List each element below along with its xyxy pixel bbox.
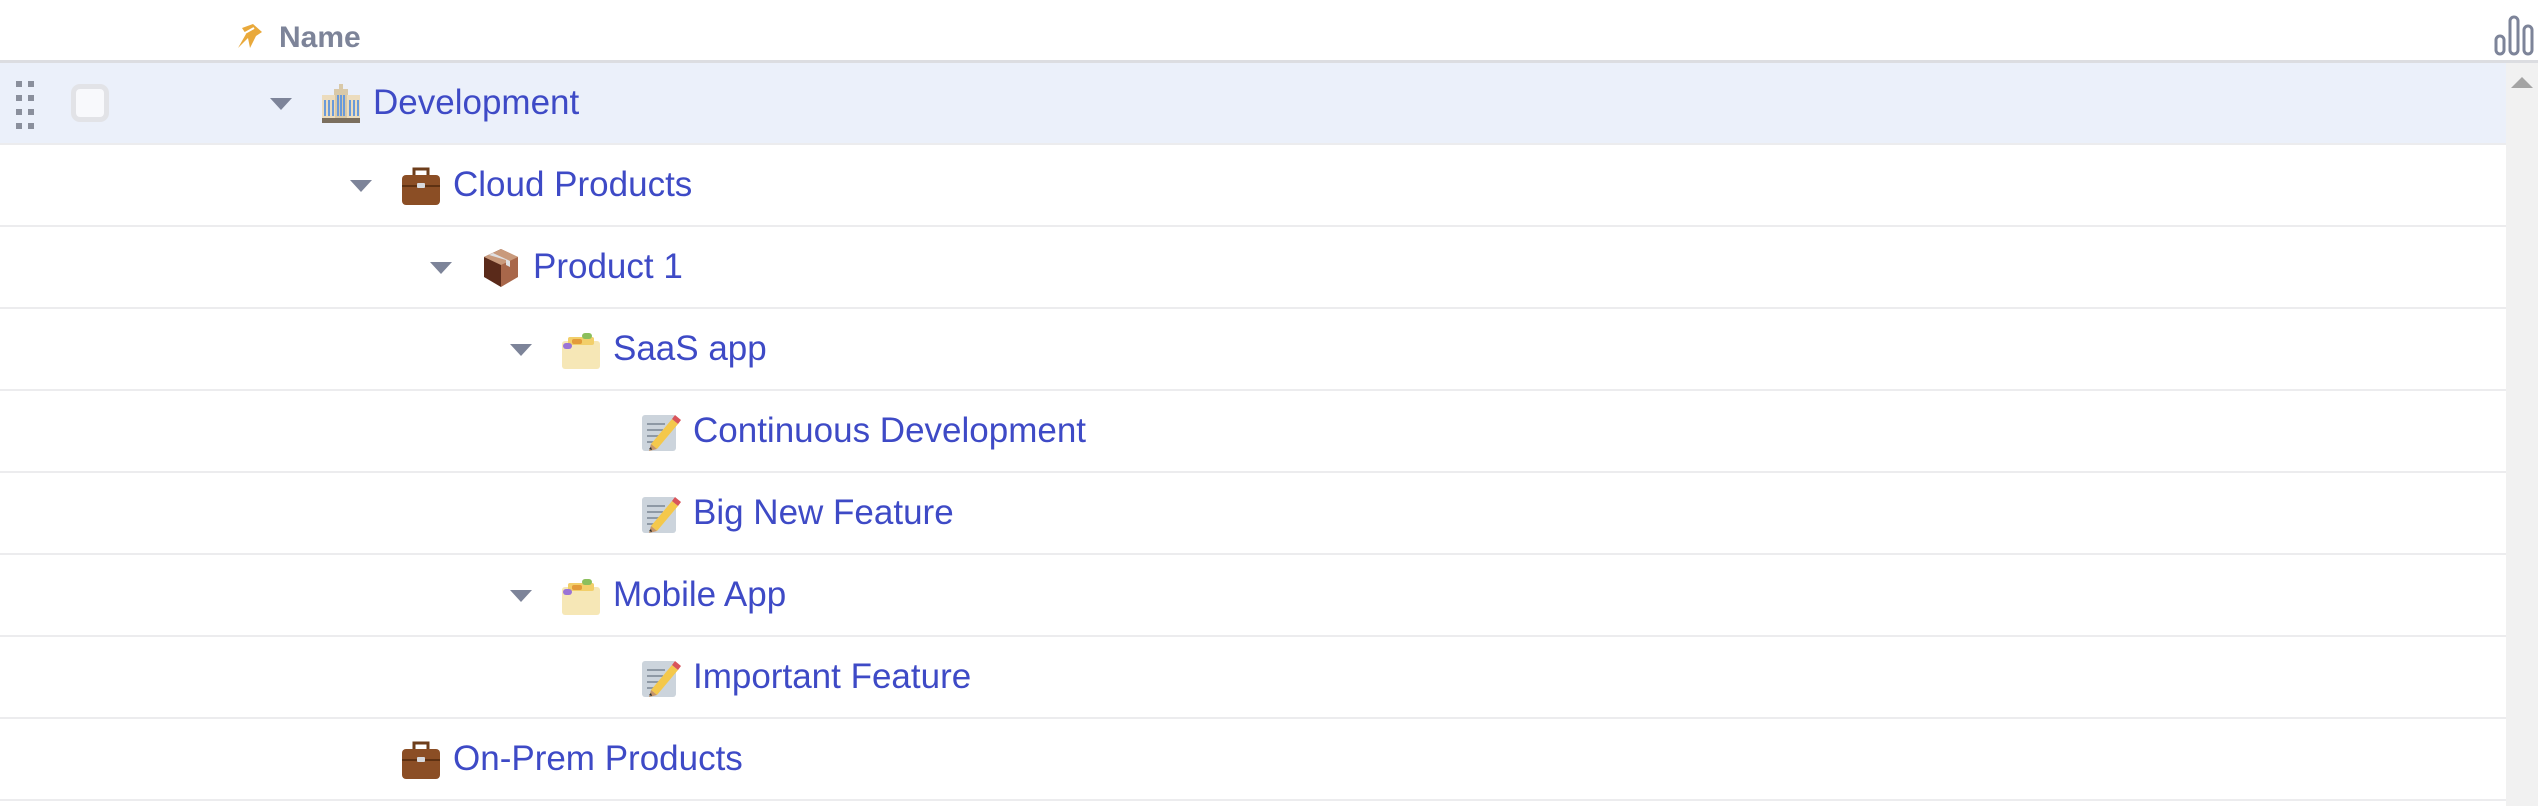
card-index-dividers-icon xyxy=(560,575,602,617)
tree-row[interactable]: On-Prem Products xyxy=(0,719,2506,801)
scroll-up-arrow-icon[interactable] xyxy=(2511,77,2533,88)
tree-row[interactable]: Cloud Products xyxy=(0,145,2506,227)
row-label[interactable]: SaaS app xyxy=(613,328,767,370)
row-label[interactable]: Cloud Products xyxy=(453,164,692,206)
bar-chart-icon[interactable] xyxy=(2494,14,2534,56)
row-label[interactable]: Important Feature xyxy=(693,656,971,698)
tree-row[interactable]: Development xyxy=(0,63,2506,145)
row-label[interactable]: Development xyxy=(373,82,579,124)
memo-icon xyxy=(640,657,682,699)
row-label[interactable]: On-Prem Products xyxy=(453,738,743,780)
tree-row[interactable]: SaaS app xyxy=(0,309,2506,391)
vertical-scrollbar[interactable] xyxy=(2506,63,2538,806)
package-icon xyxy=(480,247,522,289)
row-checkbox[interactable] xyxy=(71,84,109,122)
drag-handle-icon[interactable] xyxy=(14,79,36,129)
tree-row[interactable]: Big New Feature xyxy=(0,473,2506,555)
office-building-icon xyxy=(320,83,362,125)
name-column-header[interactable]: Name xyxy=(279,20,361,56)
briefcase-icon xyxy=(400,739,442,781)
column-header: Name xyxy=(0,0,2538,63)
row-label[interactable]: Product 1 xyxy=(533,246,683,288)
tree-row[interactable]: Continuous Development xyxy=(0,391,2506,473)
expand-caret-icon[interactable] xyxy=(510,590,532,602)
row-label[interactable]: Big New Feature xyxy=(693,492,954,534)
card-index-dividers-icon xyxy=(560,329,602,371)
briefcase-icon xyxy=(400,165,442,207)
tree-grid: Development Cloud Products Product 1 Saa… xyxy=(0,63,2506,806)
expand-caret-icon[interactable] xyxy=(350,180,372,192)
expand-caret-icon[interactable] xyxy=(510,344,532,356)
tree-row[interactable]: Mobile App xyxy=(0,555,2506,637)
tree-row[interactable]: Product 1 xyxy=(0,227,2506,309)
pin-icon[interactable] xyxy=(236,22,264,50)
memo-icon xyxy=(640,411,682,453)
tree-row[interactable]: Important Feature xyxy=(0,637,2506,719)
row-label[interactable]: Mobile App xyxy=(613,574,786,616)
row-label[interactable]: Continuous Development xyxy=(693,410,1086,452)
expand-caret-icon[interactable] xyxy=(270,98,292,110)
memo-icon xyxy=(640,493,682,535)
expand-caret-icon[interactable] xyxy=(430,262,452,274)
